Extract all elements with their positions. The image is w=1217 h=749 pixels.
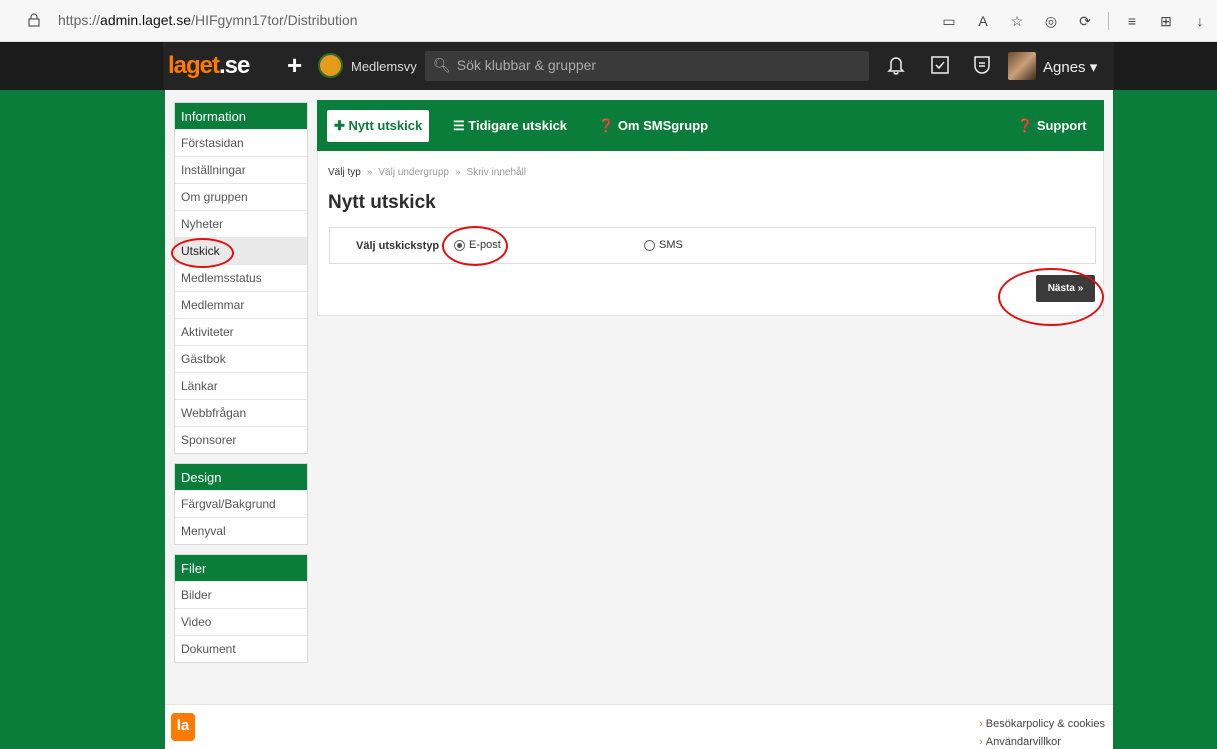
breadcrumb: Välj typ » Välj undergrupp » Skriv innehåll bbox=[328, 167, 526, 178]
user-menu[interactable]: Agnes ▾ bbox=[1043, 58, 1097, 76]
laget-footer-logo[interactable]: la bbox=[171, 713, 195, 741]
plus-icon: ✚ bbox=[334, 118, 349, 133]
sidebar-item-menyval[interactable]: Menyval bbox=[175, 517, 307, 544]
new-btn-label: Nytt utskick bbox=[348, 118, 423, 133]
prev-btn-label: Tidigare utskick bbox=[468, 118, 568, 133]
logo-main: laget bbox=[168, 52, 220, 79]
sidebar-item-nyheter[interactable]: Nyheter bbox=[175, 210, 307, 237]
question-icon: ❓ bbox=[598, 118, 618, 133]
support-label: Support bbox=[1036, 118, 1087, 133]
sidebar-item-video[interactable]: Video bbox=[175, 608, 307, 635]
address-bar[interactable]: https://admin.laget.se/HIFgymn17tor/Dist… bbox=[58, 12, 358, 28]
page-title: Nytt utskick bbox=[328, 192, 436, 213]
add-plus-button[interactable]: + bbox=[287, 50, 302, 81]
user-name: Agnes bbox=[1043, 59, 1086, 76]
footer: la › Besökarpolicy & cookies › Användarvil… bbox=[165, 704, 1113, 749]
panel-body: Välj typ» Välj undergrupp» Skriv innehåll … bbox=[317, 151, 1104, 316]
url-path: /HIFgymn17tor/Distribution bbox=[191, 12, 358, 28]
footer-link-label: Besökarpolicy & cookies bbox=[985, 718, 1105, 730]
app-available-icon[interactable]: ▭ bbox=[932, 8, 966, 34]
about-btn-label: Om SMSgrupp bbox=[617, 118, 709, 133]
sidebar-group-filer: Filer Bilder Video Dokument bbox=[174, 554, 308, 663]
sidebar-item-bilder[interactable]: Bilder bbox=[175, 581, 307, 608]
sidebar-item-webbfragan[interactable]: Webbfrågan bbox=[175, 399, 307, 426]
sidebar-item-fargval[interactable]: Färgval/Bakgrund bbox=[175, 490, 307, 517]
browser-essentials-icon[interactable]: ⟳ bbox=[1068, 8, 1102, 34]
url-prefix: https:// bbox=[58, 12, 101, 28]
sidebar-heading: Information bbox=[175, 103, 307, 129]
new-distribution-button[interactable]: ✚ Nytt utskick bbox=[327, 110, 430, 142]
collections-icon[interactable]: ⊞ bbox=[1149, 8, 1183, 34]
extension-icon[interactable]: ◎ bbox=[1034, 8, 1068, 34]
sidebar-item-gastbok[interactable]: Gästbok bbox=[175, 345, 307, 372]
footer-links: › Besökarpolicy & cookies › Användarvillko… bbox=[979, 715, 1105, 749]
sidebar-item-om-gruppen[interactable]: Om gruppen bbox=[175, 183, 307, 210]
member-view-link[interactable]: Medlemsvy bbox=[351, 59, 417, 74]
crumb-separator: » bbox=[366, 167, 373, 178]
footer-link-label: Användarvillkor bbox=[985, 736, 1061, 748]
sidebar-item-sponsorer[interactable]: Sponsorer bbox=[175, 426, 307, 453]
club-badge-icon[interactable] bbox=[318, 53, 343, 78]
bell-icon[interactable] bbox=[885, 54, 907, 76]
sidebar-item-lankar[interactable]: Länkar bbox=[175, 372, 307, 399]
footer-link-terms[interactable]: › Användarvillkor bbox=[979, 733, 1105, 749]
sidebar-item-installningar[interactable]: Inställningar bbox=[175, 156, 307, 183]
downloads-icon[interactable]: ↓ bbox=[1183, 8, 1217, 34]
browser-toolbar: https://admin.laget.se/HIFgymn17tor/Dist… bbox=[0, 0, 1217, 42]
read-aloud-icon[interactable]: A bbox=[966, 8, 1000, 34]
annotation-circle-next bbox=[998, 268, 1104, 326]
support-link[interactable]: ❓ Support bbox=[1017, 118, 1087, 134]
favorite-star-icon[interactable]: ☆ bbox=[1000, 8, 1034, 34]
type-label: Välj utskickstyp bbox=[356, 240, 440, 252]
about-smsgroup-link[interactable]: ❓ Om SMSgrupp bbox=[598, 118, 708, 134]
checklist-icon[interactable] bbox=[929, 54, 951, 76]
previous-distributions-link[interactable]: ☰ Tidigare utskick bbox=[453, 118, 567, 134]
chevron-down-icon: ▾ bbox=[1089, 59, 1098, 76]
sidebar-item-medlemsstatus[interactable]: Medlemsstatus bbox=[175, 264, 307, 291]
laget-logo[interactable]: laget.se bbox=[168, 52, 250, 80]
url-host: admin.laget.se bbox=[100, 12, 192, 28]
shield-icon[interactable] bbox=[971, 54, 993, 76]
toolbar-divider bbox=[1108, 12, 1109, 30]
sidebar-heading: Filer bbox=[175, 555, 307, 581]
sidebar-group-design: Design Färgval/Bakgrund Menyval bbox=[174, 463, 308, 545]
search-input[interactable]: 🔍︎ Sök klubbar & grupper bbox=[425, 51, 869, 81]
sidebar-item-dokument[interactable]: Dokument bbox=[175, 635, 307, 662]
question-icon: ❓ bbox=[1017, 118, 1037, 133]
annotation-circle-utskick bbox=[171, 238, 234, 268]
sidebar: Information Förstasidan Inställningar Om… bbox=[174, 102, 308, 672]
panel-header: ✚ Nytt utskick ☰ Tidigare utskick ❓ Om S… bbox=[317, 100, 1104, 151]
search-placeholder: Sök klubbar & grupper bbox=[456, 57, 597, 73]
lock-icon bbox=[28, 13, 40, 27]
footer-link-policy[interactable]: › Besökarpolicy & cookies bbox=[979, 715, 1105, 733]
crumb-step-3: Skriv innehåll bbox=[466, 167, 527, 178]
sidebar-item-aktiviteter[interactable]: Aktiviteter bbox=[175, 318, 307, 345]
site-navbar: laget.se + Medlemsvy 🔍︎ Sök klubbar & gru… bbox=[0, 42, 1217, 90]
crumb-step-2: Välj undergrupp bbox=[378, 167, 449, 178]
crumb-separator: » bbox=[454, 167, 461, 178]
radio-sms-label: SMS bbox=[659, 239, 683, 251]
sidebar-heading: Design bbox=[175, 464, 307, 490]
chevron-right-icon: › bbox=[979, 736, 983, 748]
sidebar-group-information: Information Förstasidan Inställningar Om… bbox=[174, 102, 308, 454]
crumb-step-1: Välj typ bbox=[328, 167, 361, 178]
chevron-right-icon: › bbox=[979, 718, 983, 730]
radio-unchecked-icon bbox=[644, 239, 655, 251]
sidebar-item-forstasidan[interactable]: Förstasidan bbox=[175, 129, 307, 156]
avatar[interactable] bbox=[1008, 52, 1036, 80]
radio-sms[interactable]: SMS bbox=[644, 239, 683, 251]
favorites-list-icon[interactable]: ≡ bbox=[1115, 8, 1149, 34]
list-icon: ☰ bbox=[453, 118, 469, 133]
search-icon: 🔍︎ bbox=[433, 57, 451, 73]
sidebar-item-medlemmar[interactable]: Medlemmar bbox=[175, 291, 307, 318]
logo-tld: .se bbox=[219, 52, 250, 79]
annotation-circle-epost bbox=[442, 226, 508, 266]
